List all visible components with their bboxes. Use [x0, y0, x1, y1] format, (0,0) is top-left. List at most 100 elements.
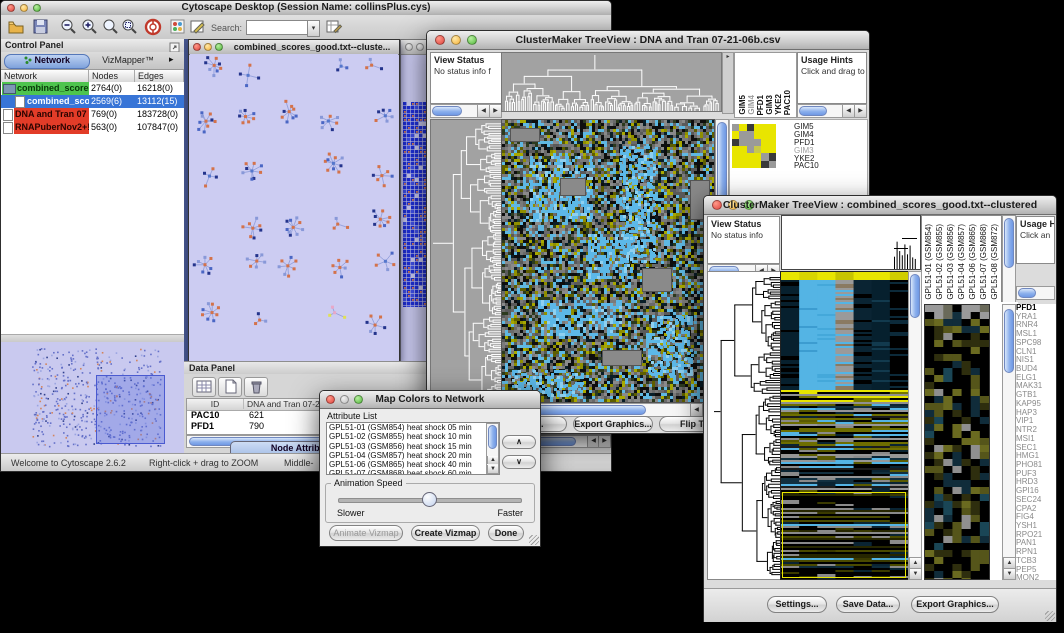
treeview1-titlebar[interactable]: ClusterMaker TreeView : DNA and Tran 07-…: [427, 31, 869, 50]
search-input[interactable]: [246, 20, 308, 35]
matrix-cell: [747, 131, 754, 138]
create-vizmap-button[interactable]: Create Vizmap: [411, 525, 480, 541]
matrix-cell: [732, 131, 739, 138]
usage-hints-scrollbar[interactable]: ◀ ▶: [797, 104, 867, 118]
correlation-matrix[interactable]: [732, 124, 776, 168]
attribute-list-item[interactable]: GPL51-07 (GSM868) heat shock 60 min: [327, 469, 499, 475]
data-col-id[interactable]: ID: [187, 399, 244, 409]
annotation-icon[interactable]: [189, 18, 207, 36]
pane-divider[interactable]: ▸: [722, 52, 734, 114]
usage-hints-scrollbar[interactable]: [1016, 286, 1055, 300]
view-status-scrollbar[interactable]: ◀ ▶: [430, 104, 502, 118]
scroll-up-icon[interactable]: ▲: [1003, 557, 1015, 568]
treeview1-title: ClusterMaker TreeView : DNA and Tran 07-…: [427, 34, 869, 46]
scroll-down-icon[interactable]: ▼: [1003, 568, 1015, 579]
export-graphics-button[interactable]: Export Graphics...: [573, 416, 653, 432]
search-dropdown-icon[interactable]: ▾: [307, 20, 320, 37]
attribute-list[interactable]: GPL51-01 (GSM854) heat shock 05 minGPL51…: [326, 422, 500, 475]
col-network[interactable]: Network: [1, 70, 89, 82]
attribute-list-item[interactable]: GPL51-06 (GSM865) heat shock 40 min: [327, 460, 499, 469]
birdseye-view[interactable]: [1, 342, 184, 453]
array-labels-scrollbar[interactable]: [1002, 215, 1016, 303]
scroll-down-icon[interactable]: ▼: [909, 568, 921, 579]
gene-label[interactable]: MON2: [1016, 574, 1056, 580]
animate-vizmap-button[interactable]: Animate Vizmap: [329, 525, 403, 541]
close-icon[interactable]: [193, 43, 201, 51]
network-row-rnapuber[interactable]: RNAPuberNov2+! 563(0) 107847(0): [1, 121, 184, 134]
save-icon[interactable]: [32, 18, 50, 36]
folder-icon: [3, 84, 16, 94]
scroll-left-icon[interactable]: ◀: [477, 105, 489, 117]
row-dendrogram-canvas[interactable]: [430, 119, 502, 403]
attribute-list-item[interactable]: GPL51-02 (GSM855) heat shock 10 min: [327, 432, 499, 441]
birdseye-viewport-rect[interactable]: [96, 375, 165, 444]
attribute-list-item[interactable]: GPL51-03 (GSM856) heat shock 15 min: [327, 442, 499, 451]
divider-arrow-icon[interactable]: ▸: [726, 54, 729, 60]
attribute-list-scrollbar[interactable]: ▲ ▼: [486, 423, 499, 474]
col-nodes[interactable]: Nodes: [89, 70, 135, 82]
tab-vizmapper[interactable]: VizMapper™: [93, 54, 163, 67]
tab-network-label: Network: [35, 55, 71, 65]
column-label: GIM4: [747, 95, 756, 115]
zoom-window-icon[interactable]: [215, 43, 223, 51]
settings-button[interactable]: Settings...: [767, 596, 827, 613]
matrix-cell: [754, 146, 761, 153]
heatmap-vscrollbar[interactable]: ▲ ▼: [908, 271, 922, 580]
export-graphics-button[interactable]: Export Graphics...: [911, 596, 999, 613]
treeview2-title: ClusterMaker TreeView : combined_scores_…: [704, 199, 1056, 211]
network-row-selected[interactable]: combined_sco 2569(6) 13112(15): [1, 95, 184, 108]
network-view-window: combined_scores_good.txt--cluste...: [188, 39, 400, 363]
attribute-list-item[interactable]: GPL51-04 (GSM857) heat shock 20 min: [327, 451, 499, 460]
table-edit-icon[interactable]: [325, 18, 343, 36]
dialog-titlebar[interactable]: Map Colors to Network: [320, 391, 540, 409]
open-file-icon[interactable]: [7, 18, 25, 36]
scroll-up-icon[interactable]: ▲: [909, 557, 921, 568]
minimize-icon[interactable]: [204, 43, 212, 51]
scroll-up-icon[interactable]: ▲: [487, 456, 498, 464]
attribute-list-item[interactable]: GPL51-01 (GSM854) heat shock 05 min: [327, 423, 499, 432]
heatmap-canvas[interactable]: [501, 119, 715, 403]
minimize-icon[interactable]: [416, 43, 424, 51]
scroll-right-icon[interactable]: ▶: [854, 105, 866, 117]
scroll-down-icon[interactable]: ▼: [487, 465, 498, 473]
done-button[interactable]: Done: [488, 525, 524, 541]
matrix-cell: [761, 161, 768, 168]
zoom-fit-icon[interactable]: [121, 18, 139, 36]
tab-overflow-icon[interactable]: ▸: [169, 54, 174, 65]
new-attribute-icon[interactable]: [218, 377, 242, 397]
col-edges[interactable]: Edges: [135, 70, 184, 82]
vizmapper-icon[interactable]: [169, 18, 187, 36]
scroll-left-icon[interactable]: ◀: [690, 404, 702, 416]
matrix-cell: [739, 161, 746, 168]
resize-grip[interactable]: [1045, 611, 1055, 621]
gene-dendrogram-canvas[interactable]: [707, 271, 781, 580]
zoom-selected-icon[interactable]: [102, 18, 120, 36]
treeview2-titlebar[interactable]: ClusterMaker TreeView : combined_scores_…: [704, 196, 1056, 215]
expression-heatmap-canvas[interactable]: [780, 271, 909, 580]
delete-attribute-icon[interactable]: [244, 377, 268, 397]
close-icon[interactable]: [405, 43, 413, 51]
status-hint-middle: Middle-: [284, 458, 314, 468]
network-row-combined-scores[interactable]: combined_scores 2764(0) 16218(0): [1, 82, 184, 95]
resize-grip[interactable]: [529, 535, 539, 545]
zoom-out-icon[interactable]: [60, 18, 78, 36]
scroll-right-icon[interactable]: ▶: [489, 105, 501, 117]
zoom-in-icon[interactable]: [81, 18, 99, 36]
move-down-button[interactable]: ∨: [502, 455, 536, 469]
zoomed-heatmap-canvas[interactable]: [924, 304, 990, 580]
move-up-button[interactable]: ∧: [502, 435, 536, 449]
scroll-right-icon[interactable]: ▶: [598, 436, 610, 447]
tab-network[interactable]: Network: [4, 54, 90, 69]
speed-slider-thumb[interactable]: [422, 492, 437, 507]
column-tree-canvas[interactable]: [781, 215, 921, 270]
network-canvas[interactable]: [190, 54, 398, 361]
save-data-button[interactable]: Save Data...: [836, 596, 900, 613]
column-dendrogram-canvas[interactable]: [501, 52, 722, 112]
main-titlebar[interactable]: Cytoscape Desktop (Session Name: collins…: [1, 1, 611, 16]
gene-list[interactable]: PFD1YRA1RNR4MSL1SPC98CLN1NIS1BUD4ELG1MAK…: [1016, 304, 1056, 580]
attribute-table-icon[interactable]: [192, 377, 216, 397]
zoom-vscrollbar[interactable]: ▲ ▼: [1002, 304, 1016, 580]
scroll-left-icon[interactable]: ◀: [842, 105, 854, 117]
help-lifesaver-icon[interactable]: [144, 18, 162, 36]
network-row-dna-tran[interactable]: DNA and Tran 07 769(0) 183728(0): [1, 108, 184, 121]
